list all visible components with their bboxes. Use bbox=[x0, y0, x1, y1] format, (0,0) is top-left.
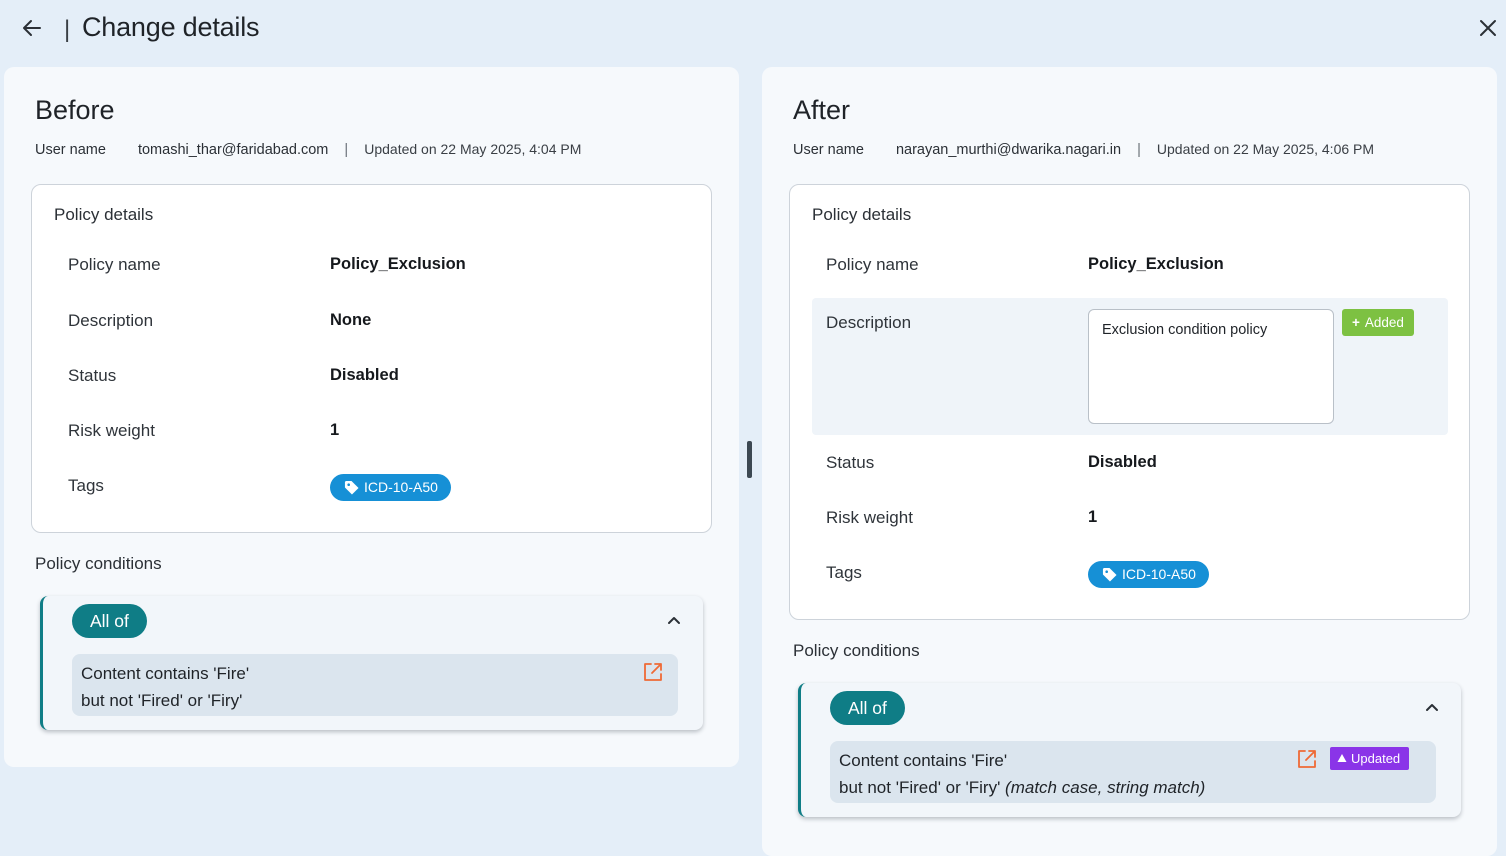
tag-label: ICD-10-A50 bbox=[364, 479, 438, 495]
condition-line-2: but not 'Fired' or 'Firy' bbox=[81, 691, 243, 710]
chevron-up-icon bbox=[1426, 704, 1438, 711]
risk-weight-label: Risk weight bbox=[68, 421, 155, 440]
updated-badge-label: Updated bbox=[1351, 751, 1401, 766]
added-badge-label: Added bbox=[1364, 315, 1404, 330]
added-badge: + Added bbox=[1342, 309, 1414, 336]
risk-weight-value: 1 bbox=[330, 421, 340, 439]
triangle-up-icon bbox=[1337, 754, 1347, 762]
policy-name-value: Policy_Exclusion bbox=[1088, 255, 1224, 273]
description-value: None bbox=[330, 311, 372, 329]
collapse-button[interactable] bbox=[1423, 699, 1441, 717]
description-row: Description Exclusion condition policy +… bbox=[812, 298, 1448, 435]
updated-timestamp: Updated on 22 May 2025, 4:06 PM bbox=[1156, 141, 1375, 157]
status-row: Status Disabled bbox=[54, 366, 690, 392]
external-link-icon bbox=[644, 663, 662, 681]
arrow-left-icon bbox=[23, 20, 41, 36]
change-details-page: | Change details Before User name tomash… bbox=[0, 0, 1506, 856]
before-panel: Before User name tomashi_thar@faridabad.… bbox=[4, 67, 739, 767]
policy-name-row: Policy name Policy_Exclusion bbox=[54, 255, 690, 281]
before-meta: User name tomashi_thar@faridabad.com | U… bbox=[35, 141, 581, 158]
policy-details-card: Policy details Policy name Policy_Exclus… bbox=[789, 184, 1470, 620]
user-email: tomashi_thar@faridabad.com bbox=[137, 142, 329, 158]
tag-chip[interactable]: ICD-10-A50 bbox=[1088, 561, 1209, 588]
open-condition-button[interactable] bbox=[642, 661, 664, 683]
policy-details-card: Policy details Policy name Policy_Exclus… bbox=[31, 184, 712, 533]
meta-divider: | bbox=[344, 142, 349, 158]
risk-weight-value: 1 bbox=[1088, 508, 1098, 526]
description-label: Description bbox=[68, 311, 154, 330]
updated-timestamp: Updated on 22 May 2025, 4:04 PM bbox=[364, 141, 582, 157]
policy-name-value: Policy_Exclusion bbox=[330, 255, 466, 273]
chevron-up-icon bbox=[668, 617, 680, 624]
tags-row: Tags ICD-10-A50 bbox=[54, 474, 690, 506]
user-email: narayan_murthi@dwarika.nagari.in bbox=[895, 142, 1122, 158]
status-value: Disabled bbox=[1088, 453, 1157, 471]
user-name-label: User name bbox=[793, 142, 864, 158]
policy-name-row: Policy name Policy_Exclusion bbox=[812, 255, 1448, 281]
status-value: Disabled bbox=[330, 366, 399, 384]
updated-badge: Updated bbox=[1330, 747, 1410, 770]
policy-conditions-title: Policy conditions bbox=[35, 554, 162, 573]
condition-item: Content contains 'Fire' but not 'Fired' … bbox=[830, 741, 1436, 803]
policy-name-label: Policy name bbox=[68, 255, 161, 274]
risk-weight-label: Risk weight bbox=[826, 508, 913, 527]
description-value-box: Exclusion condition policy bbox=[1088, 309, 1334, 424]
plus-icon: + bbox=[1352, 315, 1360, 330]
condition-line-2: but not 'Fired' or 'Firy' (match case, s… bbox=[839, 774, 1427, 801]
condition-item: Content contains 'Fire' but not 'Fired' … bbox=[72, 654, 678, 716]
policy-name-label: Policy name bbox=[826, 255, 919, 274]
page-title: Change details bbox=[82, 12, 260, 42]
status-label: Status bbox=[68, 366, 117, 385]
all-of-chip: All of bbox=[830, 691, 905, 725]
header-separator: | bbox=[64, 16, 71, 43]
after-title: After bbox=[793, 95, 851, 125]
risk-weight-row: Risk weight 1 bbox=[812, 508, 1448, 534]
back-button[interactable] bbox=[18, 14, 46, 42]
description-row: Description None bbox=[54, 311, 690, 337]
condition-group-card: All of Content contains 'Fire' but not '… bbox=[40, 596, 703, 730]
meta-divider: | bbox=[1137, 142, 1141, 158]
status-label: Status bbox=[826, 453, 875, 472]
description-label: Description bbox=[826, 313, 912, 332]
policy-details-title: Policy details bbox=[812, 205, 912, 224]
collapse-button[interactable] bbox=[665, 612, 683, 630]
condition-group-card: All of Content contains 'Fire' but not '… bbox=[798, 683, 1461, 817]
after-panel: After User name narayan_murthi@dwarika.n… bbox=[762, 67, 1497, 856]
status-row: Status Disabled bbox=[812, 453, 1448, 479]
external-link-icon bbox=[1298, 750, 1316, 768]
before-title: Before bbox=[35, 95, 115, 125]
all-of-chip: All of bbox=[72, 604, 147, 638]
tags-label: Tags bbox=[826, 563, 862, 582]
tags-label: Tags bbox=[68, 476, 104, 495]
risk-weight-row: Risk weight 1 bbox=[54, 421, 690, 447]
tag-label: ICD-10-A50 bbox=[1122, 566, 1196, 582]
resize-handle[interactable] bbox=[747, 441, 752, 478]
user-name-label: User name bbox=[35, 142, 106, 158]
close-button[interactable] bbox=[1474, 14, 1502, 42]
tag-icon bbox=[344, 480, 359, 495]
policy-details-title: Policy details bbox=[54, 205, 154, 224]
tag-chip[interactable]: ICD-10-A50 bbox=[330, 474, 451, 501]
condition-options: (match case, string match) bbox=[1005, 778, 1206, 797]
tags-row: Tags ICD-10-A50 bbox=[812, 561, 1448, 593]
condition-line-1: Content contains 'Fire' bbox=[81, 664, 250, 683]
policy-conditions-title: Policy conditions bbox=[793, 641, 920, 660]
close-icon bbox=[1480, 20, 1496, 36]
page-header: | Change details bbox=[0, 0, 1506, 58]
tag-icon bbox=[1102, 567, 1117, 582]
after-meta: User name narayan_murthi@dwarika.nagari.… bbox=[793, 141, 1374, 158]
condition-line-2-text: but not 'Fired' or 'Firy' bbox=[839, 778, 1001, 797]
open-condition-button[interactable] bbox=[1296, 748, 1318, 770]
